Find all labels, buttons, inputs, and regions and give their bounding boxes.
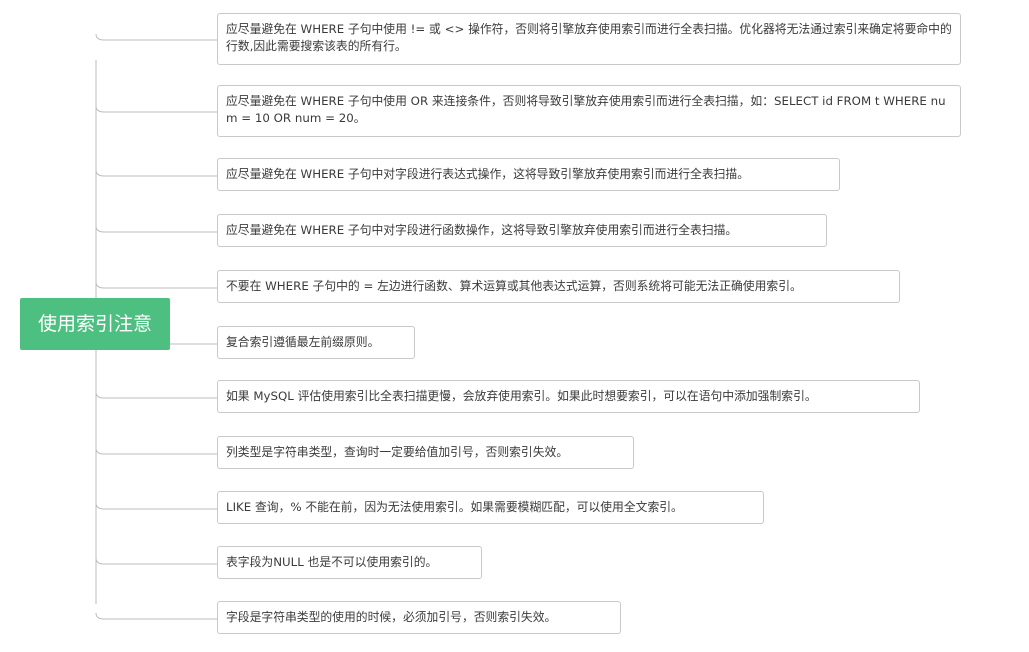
connector-5 — [95, 281, 217, 289]
node-9[interactable]: LIKE 查询，% 不能在前，因为无法使用索引。如果需要模糊匹配，可以使用全文索… — [217, 491, 764, 524]
node-10[interactable]: 表字段为NULL 也是不可以使用索引的。 — [217, 546, 482, 579]
node-4[interactable]: 应尽量避免在 WHERE 子句中对字段进行函数操作，这将导致引擎放弃使用索引而进… — [217, 214, 827, 247]
mind-map: 使用索引注意 应尽量避免在 WHERE 子句中使用 != 或 <> 操作符，否则… — [0, 0, 1029, 652]
node-6[interactable]: 复合索引遵循最左前缀原则。 — [217, 326, 415, 359]
node-7[interactable]: 如果 MySQL 评估使用索引比全表扫描更慢，会放弃使用索引。如果此时想要索引，… — [217, 380, 920, 413]
node-3[interactable]: 应尽量避免在 WHERE 子句中对字段进行表达式操作，这将导致引擎放弃使用索引而… — [217, 158, 840, 191]
connector-1 — [95, 33, 217, 41]
root-topic[interactable]: 使用索引注意 — [20, 298, 170, 350]
connector-3 — [95, 169, 217, 177]
connector-11 — [95, 612, 217, 620]
connector-4 — [95, 225, 217, 233]
node-2[interactable]: 应尽量避免在 WHERE 子句中使用 OR 来连接条件，否则将导致引擎放弃使用索… — [217, 85, 961, 137]
connector-2 — [95, 105, 217, 113]
connector-9 — [95, 502, 217, 510]
node-11[interactable]: 字段是字符串类型的使用的时候，必须加引号，否则索引失效。 — [217, 601, 621, 634]
connector-10 — [95, 557, 217, 565]
connector-7 — [95, 391, 217, 399]
node-8[interactable]: 列类型是字符串类型，查询时一定要给值加引号，否则索引失效。 — [217, 436, 634, 469]
node-1[interactable]: 应尽量避免在 WHERE 子句中使用 != 或 <> 操作符，否则将引擎放弃使用… — [217, 13, 961, 65]
connector-8 — [95, 447, 217, 455]
node-5[interactable]: 不要在 WHERE 子句中的 = 左边进行函数、算术运算或其他表达式运算，否则系… — [217, 270, 900, 303]
